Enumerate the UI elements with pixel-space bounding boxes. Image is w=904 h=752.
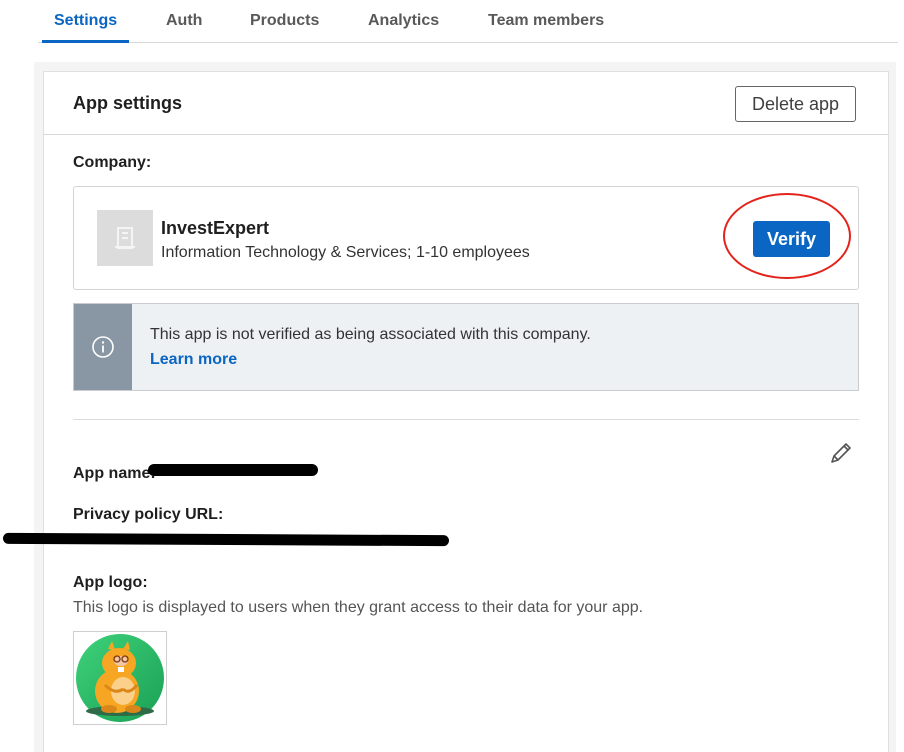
company-card: InvestExpert Information Technology & Se… (73, 186, 859, 290)
delete-app-button[interactable]: Delete app (735, 86, 856, 122)
annotation-circle (723, 193, 851, 279)
learn-more-link[interactable]: Learn more (150, 351, 237, 369)
card-header: App settings Delete app (43, 71, 889, 135)
app-logo-label: App logo: (73, 574, 148, 591)
tab-team-members[interactable]: Team members (488, 12, 604, 30)
pencil-icon[interactable] (829, 441, 853, 465)
settings-card (43, 71, 889, 752)
notice-text: This app is not verified as being associ… (150, 326, 591, 343)
tab-bar: Settings Auth Products Analytics Team me… (38, 0, 898, 43)
company-description: Information Technology & Services; 1-10 … (161, 244, 530, 261)
app-name-label: App name: (73, 465, 156, 482)
tab-auth[interactable]: Auth (166, 12, 202, 30)
active-tab-indicator (42, 40, 129, 43)
info-icon (74, 304, 132, 390)
tab-analytics[interactable]: Analytics (368, 12, 439, 30)
building-icon (97, 210, 153, 266)
tab-products[interactable]: Products (250, 12, 319, 30)
company-name: InvestExpert (161, 218, 270, 238)
tab-settings[interactable]: Settings (54, 12, 117, 30)
section-divider (73, 419, 859, 420)
verification-notice: This app is not verified as being associ… (73, 303, 859, 391)
privacy-policy-label: Privacy policy URL: (73, 506, 224, 523)
app-logo-description: This logo is displayed to users when the… (73, 599, 644, 616)
company-label: Company: (73, 154, 152, 171)
page-title: App settings (73, 93, 183, 113)
app-logo-image[interactable] (73, 631, 167, 725)
redaction-mark (2, 532, 450, 547)
redaction-mark (148, 464, 318, 476)
